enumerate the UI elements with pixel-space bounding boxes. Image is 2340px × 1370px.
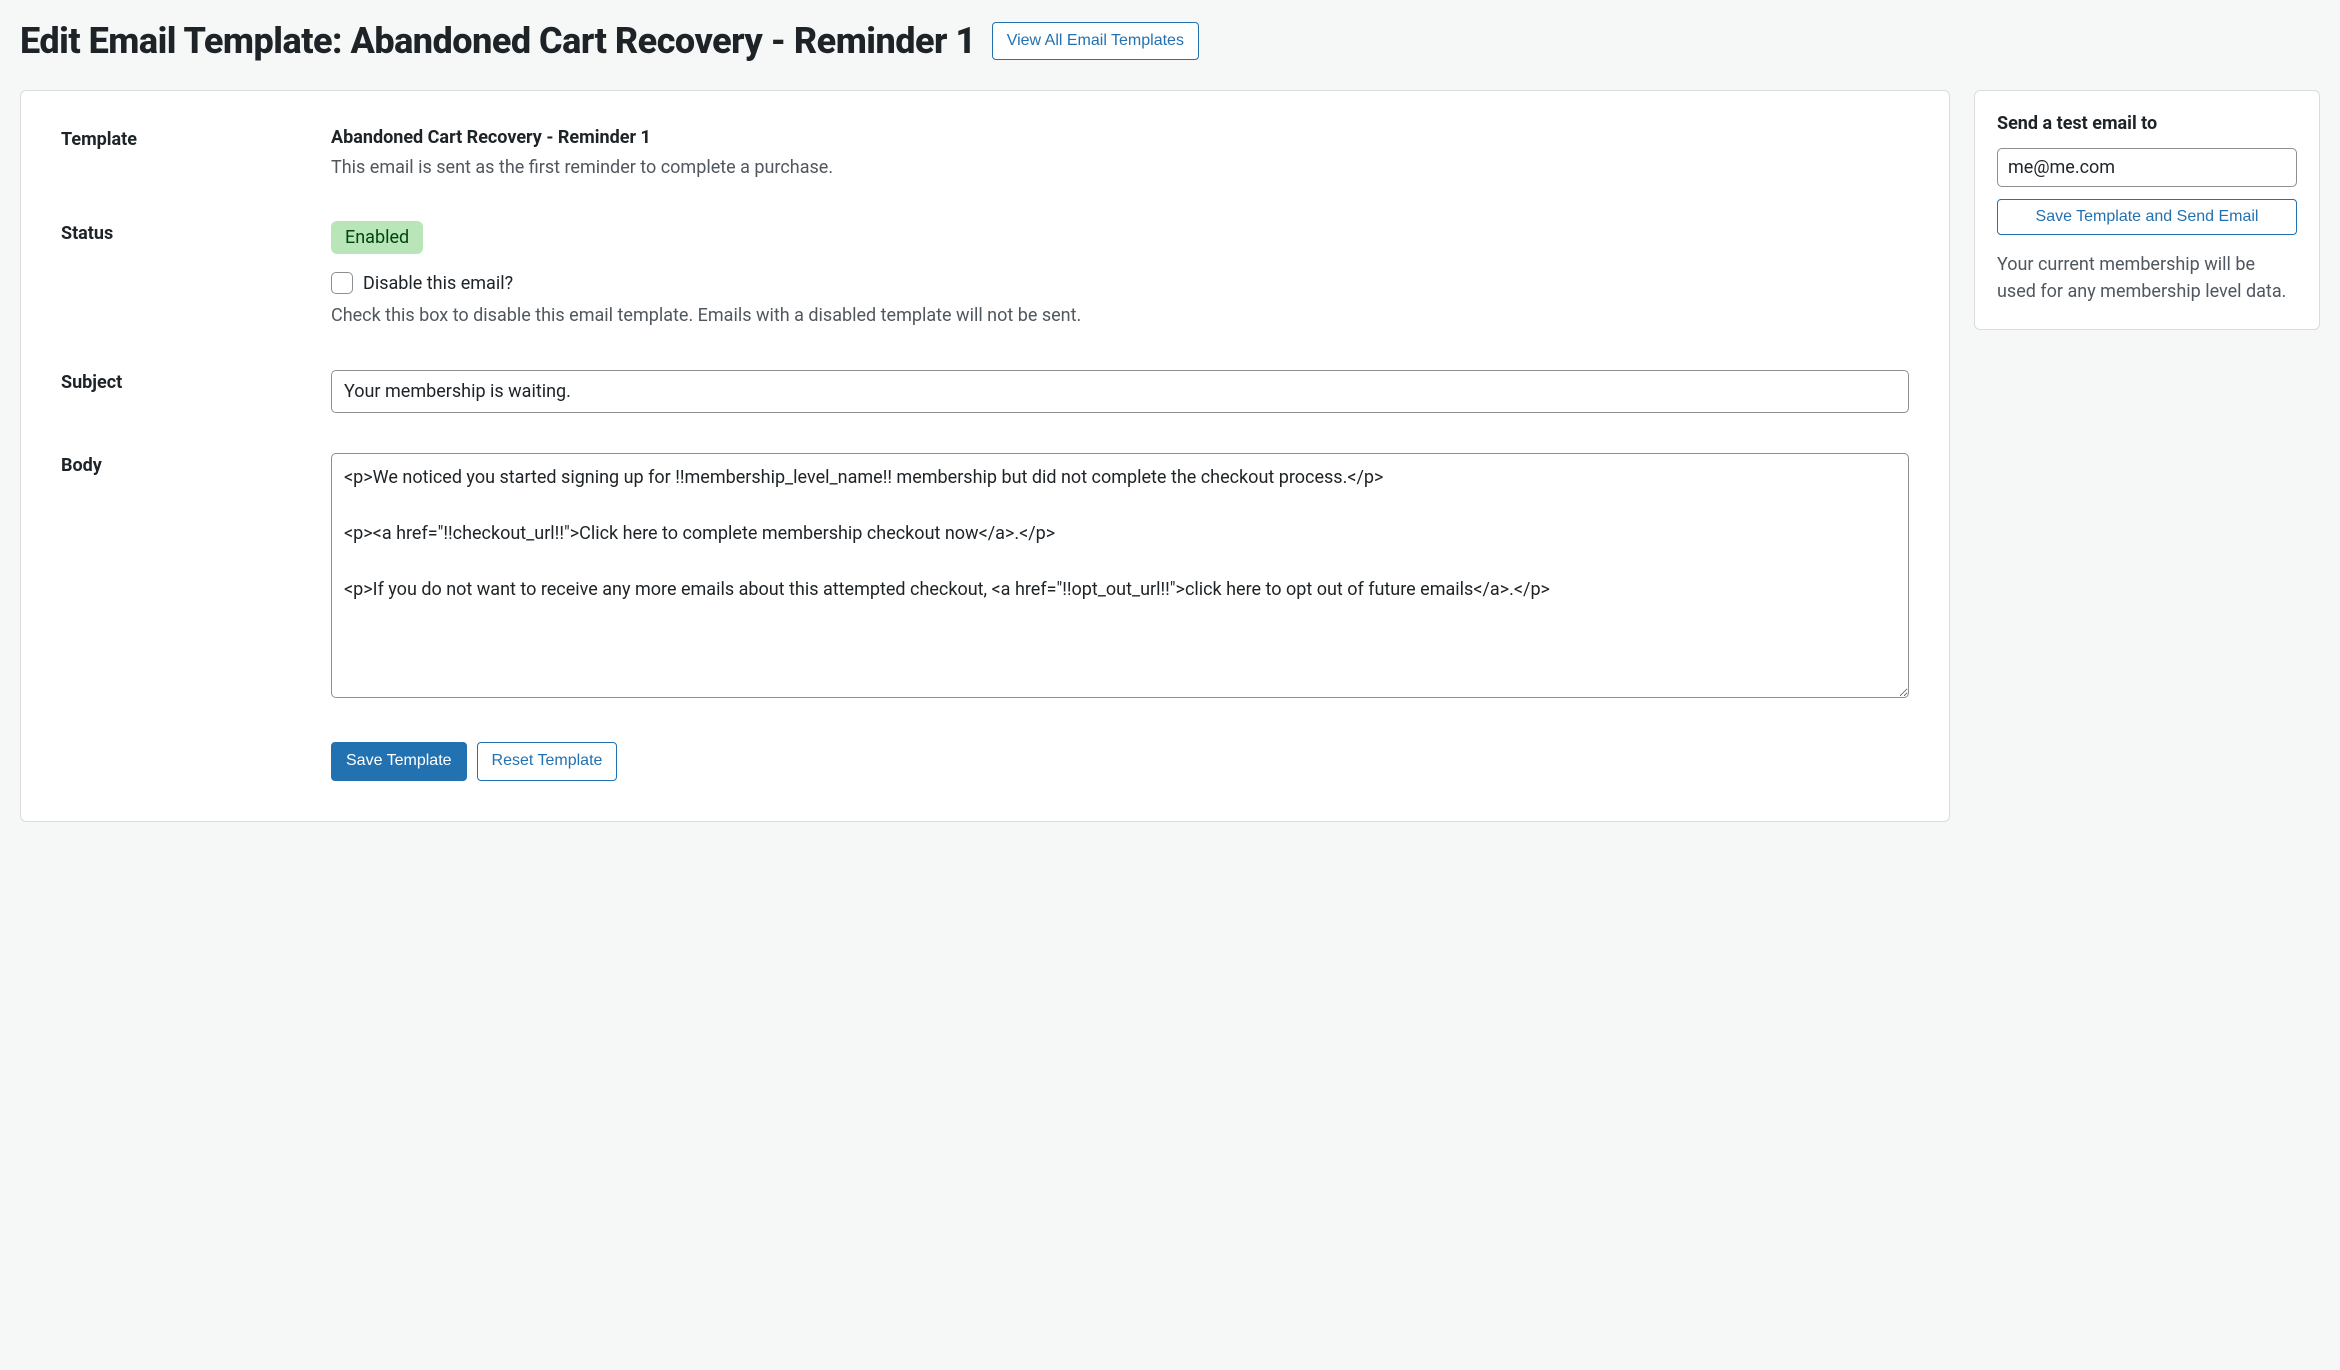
page-header: Edit Email Template: Abandoned Cart Reco… xyxy=(20,20,2320,62)
template-label: Template xyxy=(61,129,137,150)
subject-input[interactable] xyxy=(331,370,1909,413)
template-name: Abandoned Cart Recovery - Reminder 1 xyxy=(331,127,1909,148)
disable-email-checkbox[interactable] xyxy=(331,272,353,294)
body-textarea[interactable] xyxy=(331,453,1909,698)
test-email-input[interactable] xyxy=(1997,148,2297,187)
view-all-templates-button[interactable]: View All Email Templates xyxy=(992,22,1199,60)
page-layout: Template Abandoned Cart Recovery - Remin… xyxy=(20,90,2320,822)
status-label: Status xyxy=(61,223,113,244)
status-badge: Enabled xyxy=(331,221,423,254)
edit-template-card: Template Abandoned Cart Recovery - Remin… xyxy=(20,90,1950,822)
save-template-button[interactable]: Save Template xyxy=(331,742,467,780)
test-email-card: Send a test email to Save Template and S… xyxy=(1974,90,2320,330)
disable-help-text: Check this box to disable this email tem… xyxy=(331,302,1909,330)
subject-label: Subject xyxy=(61,372,122,393)
test-email-heading: Send a test email to xyxy=(1997,113,2297,134)
body-label: Body xyxy=(61,455,102,476)
disable-email-checkbox-label: Disable this email? xyxy=(363,273,513,294)
subject-row: Subject xyxy=(61,370,1909,413)
reset-template-button[interactable]: Reset Template xyxy=(477,742,618,780)
page-title: Edit Email Template: Abandoned Cart Reco… xyxy=(20,20,976,62)
save-and-send-button[interactable]: Save Template and Send Email xyxy=(1997,199,2297,235)
template-description: This email is sent as the first reminder… xyxy=(331,154,1909,181)
actions-row: Save Template Reset Template xyxy=(61,742,1909,780)
body-row: Body xyxy=(61,453,1909,702)
test-email-note: Your current membership will be used for… xyxy=(1997,251,2297,305)
template-row: Template Abandoned Cart Recovery - Remin… xyxy=(61,127,1909,181)
status-row: Status Enabled Disable this email? Check… xyxy=(61,221,1909,330)
